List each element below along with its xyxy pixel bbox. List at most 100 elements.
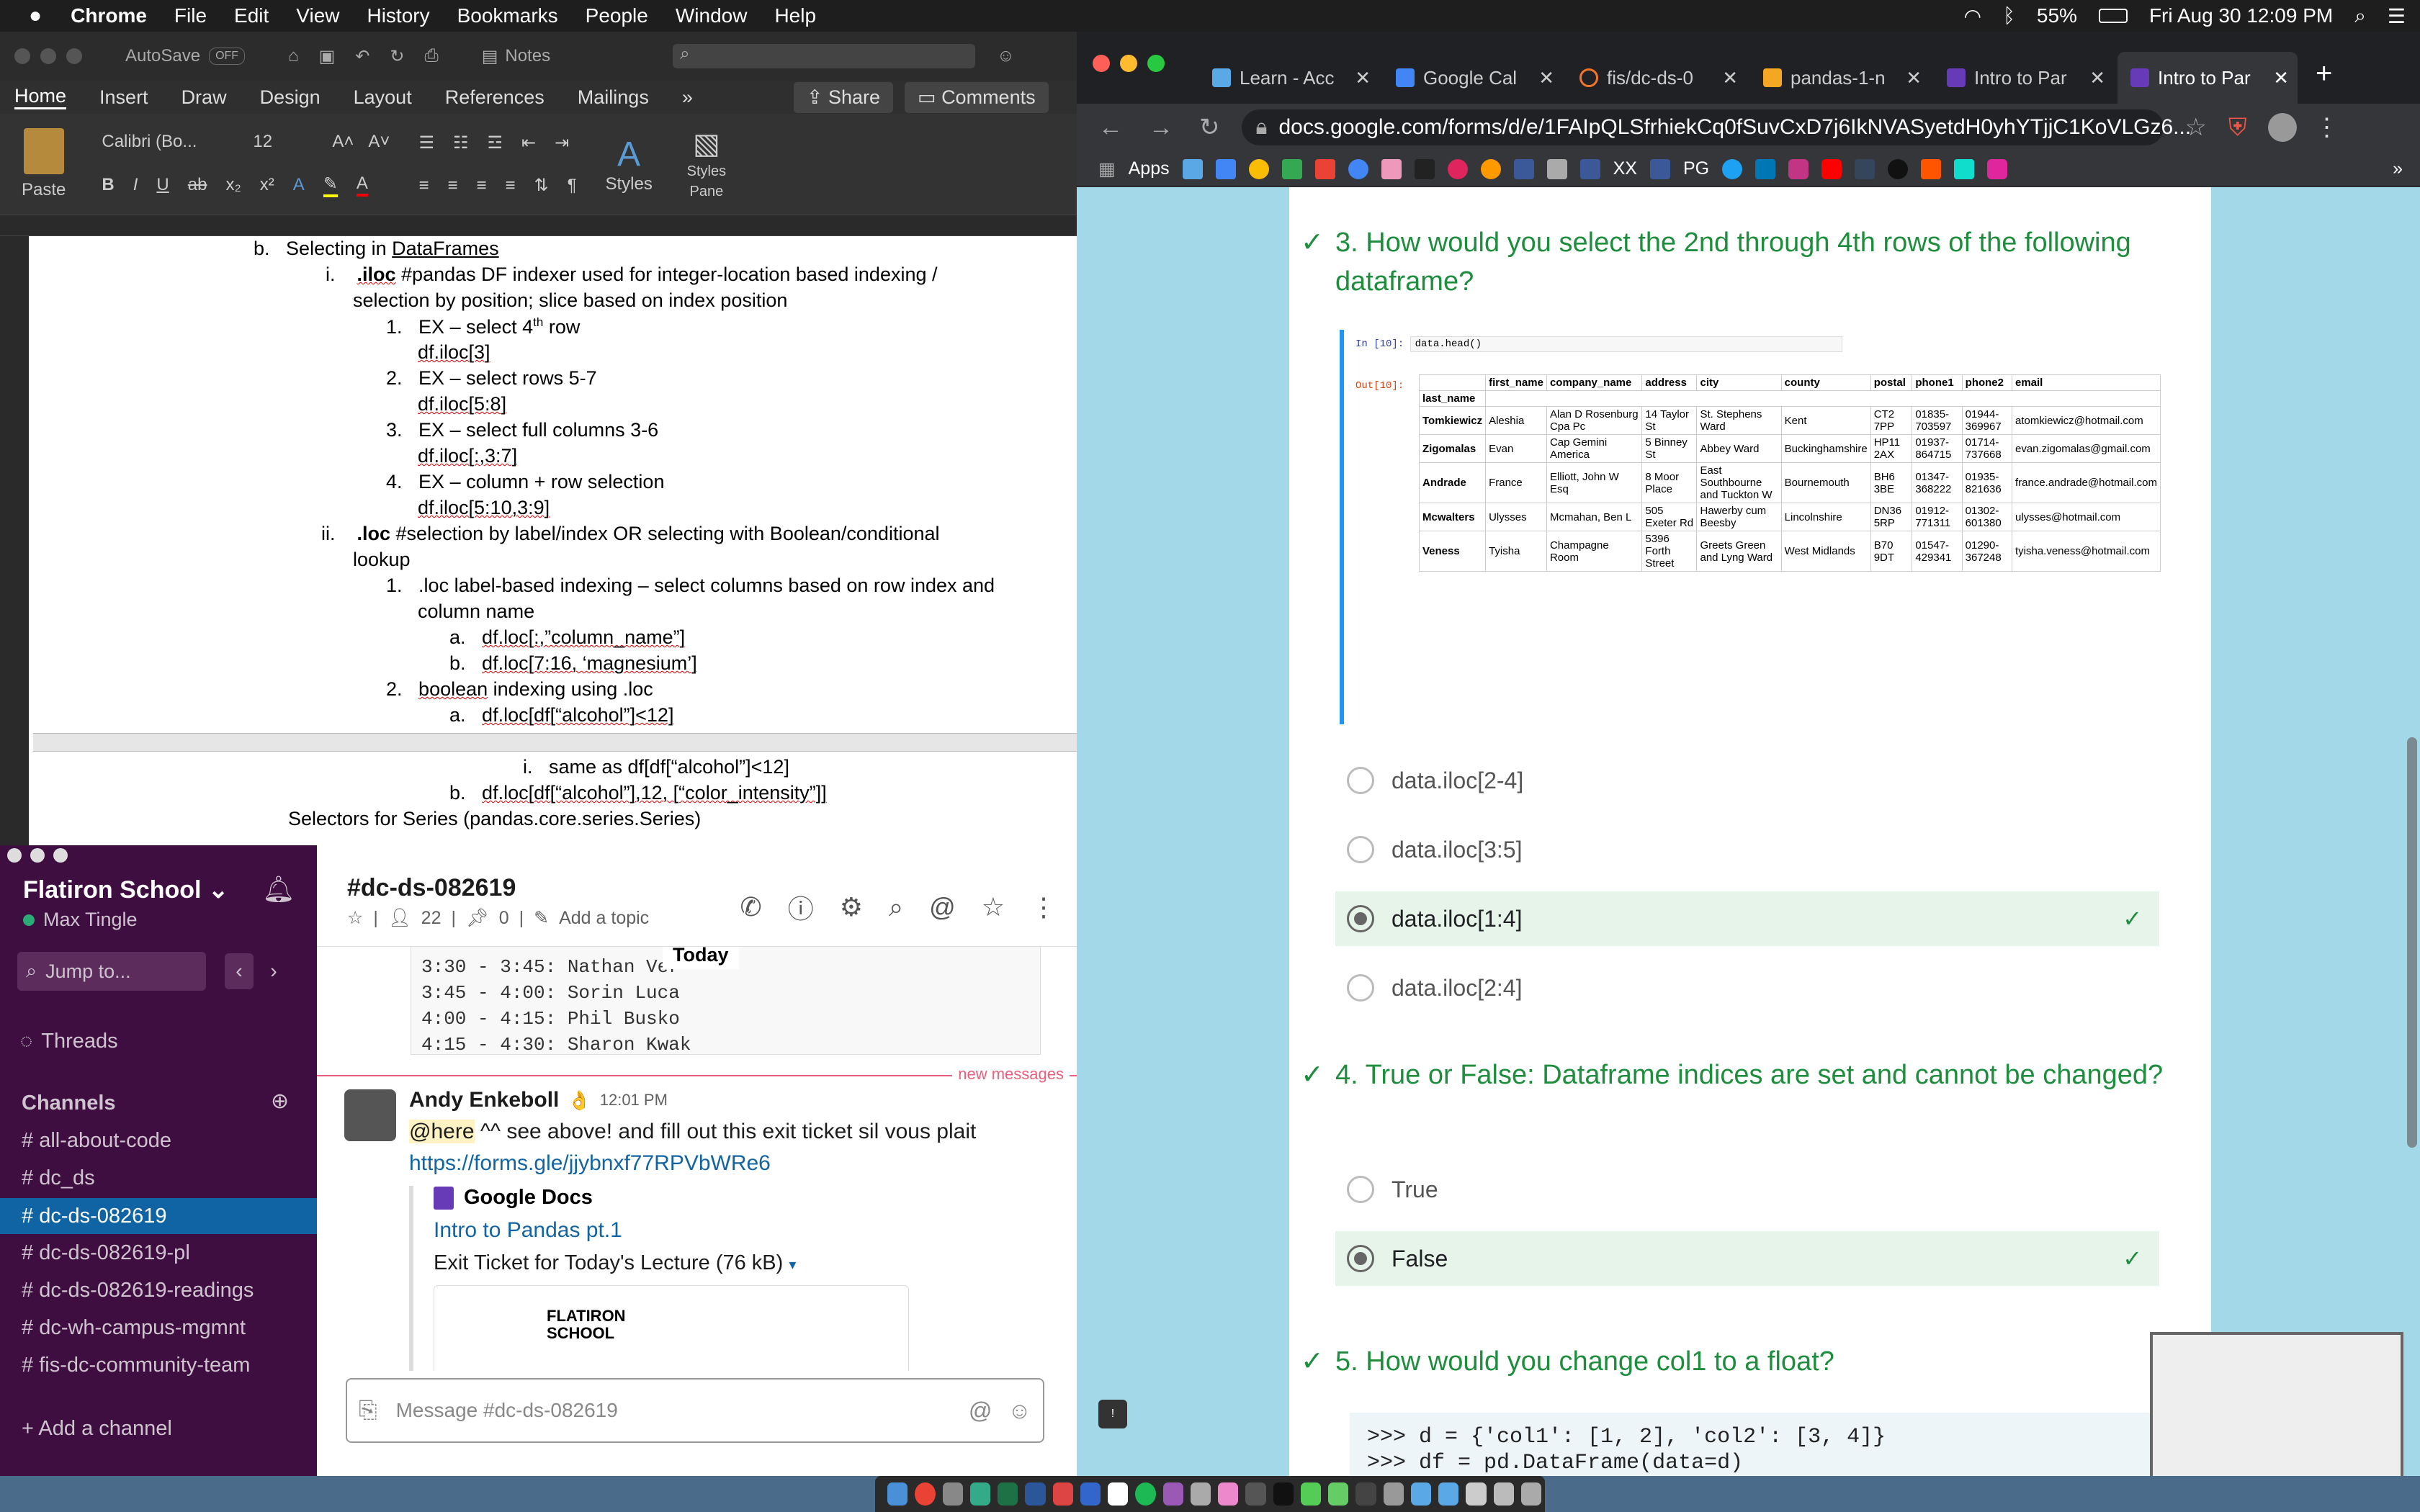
more-vertical-icon[interactable]: ⋮ bbox=[1031, 892, 1057, 922]
notification-center-icon[interactable]: ☰ bbox=[2388, 4, 2406, 28]
comments-button[interactable]: ▭ Comments bbox=[905, 81, 1049, 113]
app-icon[interactable] bbox=[1493, 1482, 1514, 1506]
tab-insert[interactable]: Insert bbox=[99, 86, 148, 109]
grow-font-icon[interactable]: A˄ bbox=[332, 132, 354, 152]
settings-gear-icon[interactable]: ⚙ bbox=[840, 892, 863, 922]
profile-avatar[interactable] bbox=[2268, 113, 2298, 142]
menu-help[interactable]: Help bbox=[774, 4, 816, 27]
facebook-icon[interactable] bbox=[1579, 158, 1600, 179]
finder-icon[interactable] bbox=[887, 1482, 908, 1506]
channel-title[interactable]: #dc-ds-082619 bbox=[347, 874, 516, 902]
subscript-button[interactable]: x₂ bbox=[225, 175, 241, 195]
bookmark-favicon-icon[interactable] bbox=[1248, 158, 1269, 179]
align-center-icon[interactable]: ≡ bbox=[447, 176, 457, 196]
document-page[interactable]: b. Selecting in DataFrames i. .iloc #pan… bbox=[33, 236, 1077, 845]
add-topic-link[interactable]: Add a topic bbox=[559, 908, 649, 929]
bookmark-pg[interactable]: PG bbox=[1683, 158, 1709, 179]
drive-icon[interactable] bbox=[1281, 158, 1302, 179]
starred-icon[interactable]: ☆ bbox=[982, 892, 1005, 922]
jump-to-button[interactable]: ⌕ Jump to... bbox=[17, 952, 206, 991]
tab-close-icon[interactable]: ✕ bbox=[1538, 67, 1554, 89]
app-icon[interactable] bbox=[1190, 1482, 1211, 1506]
bookmark-favicon-icon[interactable] bbox=[1954, 158, 1975, 179]
tab-intro-to-pandas-active[interactable]: Intro to Par ✕ bbox=[2118, 52, 2298, 104]
mention-button-icon[interactable]: @ bbox=[969, 1398, 992, 1424]
pin-icon[interactable]: 📌︎ bbox=[466, 908, 489, 929]
channel-item[interactable]: # fis-dc-community-team bbox=[22, 1354, 250, 1377]
strikethrough-button[interactable]: ab bbox=[188, 175, 207, 195]
menu-view[interactable]: View bbox=[296, 4, 339, 27]
channels-header[interactable]: Channels bbox=[22, 1092, 116, 1115]
back-arrow-icon[interactable]: ← bbox=[1098, 114, 1123, 142]
multilevel-list-icon[interactable]: ☲ bbox=[487, 132, 503, 153]
menu-window[interactable]: Window bbox=[676, 4, 748, 27]
attachment-title-link[interactable]: Intro to Pandas pt.1 bbox=[434, 1218, 928, 1243]
tab-close-icon[interactable]: ✕ bbox=[1906, 67, 1922, 89]
mention-here[interactable]: @here bbox=[409, 1120, 475, 1143]
apps-grid-icon[interactable]: ▦ bbox=[1098, 158, 1116, 180]
tab-close-icon[interactable]: ✕ bbox=[1722, 67, 1738, 89]
edit-topic-icon[interactable]: ✎ bbox=[534, 907, 549, 929]
window-close-button[interactable] bbox=[1093, 55, 1110, 72]
tab-home[interactable]: Home bbox=[14, 85, 67, 109]
bookmark-favicon-icon[interactable] bbox=[1987, 158, 2008, 179]
instagram-icon[interactable] bbox=[1788, 158, 1809, 179]
channel-item[interactable]: # dc-ds-082619-readings bbox=[22, 1279, 254, 1302]
app-icon[interactable] bbox=[1383, 1482, 1404, 1506]
star-outline-icon[interactable]: ☆ bbox=[347, 907, 363, 929]
call-icon[interactable]: ✆ bbox=[740, 892, 762, 922]
menu-edit[interactable]: Edit bbox=[234, 4, 269, 27]
numbering-icon[interactable]: ☷ bbox=[453, 132, 469, 153]
tab-mailings[interactable]: Mailings bbox=[578, 86, 649, 109]
bookmark-apps[interactable]: Apps bbox=[1129, 158, 1170, 179]
highlight-icon[interactable]: ✎ bbox=[323, 174, 338, 197]
font-size-select[interactable]: 12 bbox=[253, 132, 318, 152]
report-issue-icon[interactable]: ! bbox=[1098, 1400, 1127, 1428]
bookmark-xx[interactable]: XX bbox=[1613, 158, 1637, 179]
extension-shield-icon[interactable]: ⛨ bbox=[2228, 114, 2247, 142]
app-icon[interactable] bbox=[1355, 1482, 1376, 1506]
word-icon[interactable] bbox=[1025, 1482, 1046, 1506]
channel-item[interactable]: # dc_ds bbox=[22, 1166, 95, 1190]
menu-file[interactable]: File bbox=[174, 4, 207, 27]
twitter-icon[interactable] bbox=[1722, 158, 1743, 179]
q3-option-2[interactable]: data.iloc[3:5] bbox=[1335, 822, 2159, 877]
current-user[interactable]: Max Tingle bbox=[23, 909, 138, 931]
radio-button[interactable] bbox=[1347, 974, 1374, 1002]
spotify-icon[interactable] bbox=[1135, 1482, 1156, 1506]
facebook-icon[interactable] bbox=[1649, 158, 1670, 179]
message-scroll-area[interactable]: 3:30 - 3:45: Nathan Ver 3:45 - 4:00: Sor… bbox=[317, 946, 1077, 1371]
italic-button[interactable]: I bbox=[133, 175, 138, 195]
workspace-name[interactable]: Flatiron School ⌄ bbox=[23, 876, 228, 904]
app-icon[interactable] bbox=[1466, 1482, 1487, 1506]
youtube-icon[interactable] bbox=[1821, 158, 1842, 179]
lock-icon[interactable]: 🔒︎ bbox=[1256, 115, 1268, 140]
avatar[interactable] bbox=[344, 1089, 396, 1141]
redo-icon[interactable]: ↻ bbox=[390, 46, 404, 67]
attachment-preview[interactable]: FLATIRON SCHOOL bbox=[434, 1285, 909, 1371]
menu-app-name[interactable]: Chrome bbox=[71, 4, 147, 27]
history-back-button[interactable]: ‹ bbox=[225, 953, 254, 989]
print-icon[interactable]: ⎙ bbox=[424, 46, 438, 66]
forward-arrow-icon[interactable]: → bbox=[1149, 114, 1173, 142]
vertical-ruler[interactable] bbox=[0, 236, 29, 845]
shrink-font-icon[interactable]: A˅ bbox=[368, 132, 390, 152]
threads-item[interactable]: ◌ Threads bbox=[20, 1030, 118, 1053]
window-zoom-button[interactable] bbox=[66, 48, 82, 64]
align-right-icon[interactable]: ≡ bbox=[476, 176, 486, 196]
mentions-icon[interactable]: @ bbox=[929, 892, 956, 922]
tab-learn[interactable]: Learn - Acc ✕ bbox=[1199, 52, 1379, 104]
message-input[interactable]: ⎘ Message #dc-ds-082619 @ ☺ bbox=[346, 1378, 1044, 1443]
battery-icon[interactable] bbox=[2098, 9, 2128, 23]
menu-people[interactable]: People bbox=[586, 4, 648, 27]
history-forward-button[interactable]: › bbox=[259, 953, 288, 989]
channel-item[interactable]: # all-about-code bbox=[22, 1129, 171, 1153]
styles-button[interactable]: A Styles bbox=[606, 135, 653, 194]
linkedin-icon[interactable] bbox=[1755, 158, 1776, 179]
q4-option-true[interactable]: True bbox=[1335, 1162, 2159, 1217]
omnibox[interactable]: 🔒︎ docs.google.com/forms/d/e/1FAIpQLSfrh… bbox=[1241, 109, 2191, 145]
reload-icon[interactable]: ↻ bbox=[1199, 113, 1220, 142]
autosave-toggle[interactable]: OFF bbox=[209, 48, 246, 65]
save-icon[interactable]: ▣ bbox=[319, 46, 336, 67]
tab-close-icon[interactable]: ✕ bbox=[1355, 67, 1371, 89]
